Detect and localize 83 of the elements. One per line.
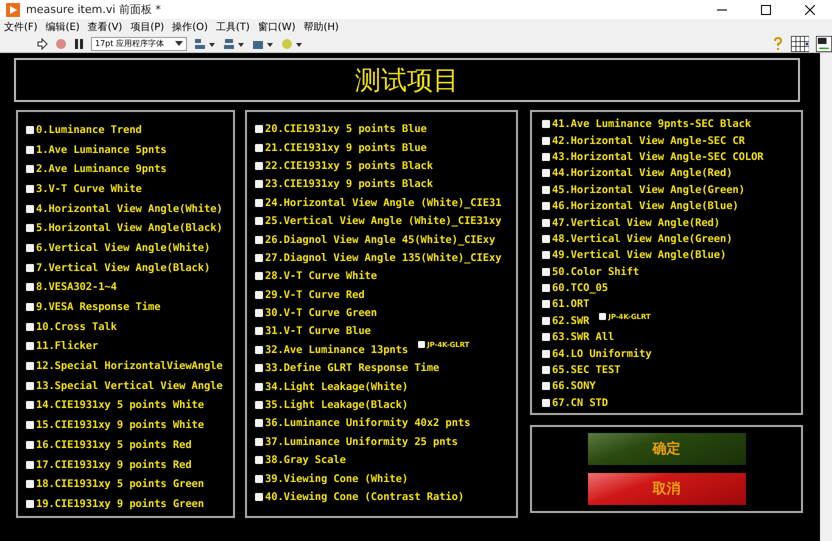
test-item-checkbox[interactable]: 37.Luminance Uniformity 25 pnts — [255, 436, 458, 448]
menu-item[interactable]: 文件(F) — [4, 20, 38, 34]
test-item-checkbox[interactable]: 32.Ave Luminance 13pnts — [255, 344, 408, 356]
test-item-checkbox[interactable]: 0.Luminance Trend — [26, 124, 142, 136]
test-item-checkbox[interactable]: 33.Define GLRT Response Time — [255, 362, 440, 374]
test-item-checkbox[interactable]: 13.Special Vertical View Angle — [26, 380, 223, 392]
connector-pane-icon[interactable] — [790, 36, 809, 52]
test-item-checkbox[interactable]: 62.SWR — [542, 314, 590, 327]
test-item-checkbox[interactable]: 49.Vertical View Angle(Blue) — [542, 249, 726, 262]
test-item-checkbox[interactable]: 47.Vertical View Angle(Red) — [542, 216, 720, 229]
test-item-checkbox[interactable]: 66.SONY — [542, 380, 596, 392]
reorder-icon[interactable] — [281, 38, 303, 50]
test-item-checkbox[interactable]: 64.LO Uniformity — [542, 348, 652, 360]
scrollbar[interactable] — [820, 53, 832, 541]
test-item-checkbox[interactable]: 46.Horizontal View Angle(Blue) — [542, 200, 739, 212]
app-icon — [6, 2, 20, 16]
test-item-checkbox[interactable]: 60.TCO_05 — [542, 282, 608, 294]
test-item-checkbox[interactable]: 22.CIE1931xy 5 points Black — [255, 160, 433, 172]
test-item-checkbox[interactable]: 24.Horizontal View Angle (White)_CIE31 — [255, 196, 502, 209]
window-title: measure item.vi 前面板 * — [26, 2, 161, 17]
menu-item[interactable]: 项目(P) — [130, 20, 164, 34]
test-item-checkbox[interactable]: 29.V-T Curve Red — [255, 288, 365, 301]
test-item-checkbox[interactable]: 67.CN STD — [542, 396, 608, 409]
test-item-checkbox[interactable]: 6.Vertical View Angle(White) — [26, 242, 210, 254]
confirm-button[interactable]: 确定 — [588, 433, 746, 465]
test-item-checkbox[interactable]: 36.Luminance Uniformity 40x2 pnts — [255, 417, 470, 430]
test-item-checkbox[interactable]: 43.Horizontal View Angle-SEC COLOR — [542, 150, 764, 163]
menu-item[interactable]: 帮助(H) — [304, 20, 339, 34]
test-item-checkbox[interactable]: 38.Gray Scale — [255, 454, 346, 466]
test-item-checkbox[interactable]: 23.CIE1931xy 9 points Black — [255, 178, 433, 190]
test-item-checkbox[interactable]: 9.VESA Response Time — [26, 301, 160, 314]
test-item-checkbox[interactable]: 31.V-T Curve Blue — [255, 325, 371, 338]
menu-item[interactable]: 编辑(E) — [46, 20, 80, 34]
menu-item[interactable]: 操作(O) — [172, 20, 208, 34]
vi-icon[interactable] — [816, 36, 832, 52]
test-item-checkbox[interactable]: 63.SWR All — [542, 331, 614, 344]
test-item-checkbox[interactable]: 61.ORT — [542, 298, 590, 310]
test-item-checkbox[interactable]: 26.Diagnol View Angle 45(White)_CIExy — [255, 234, 496, 246]
test-item-checkbox[interactable]: 2.Ave Luminance 9pnts — [26, 163, 167, 176]
test-item-checkbox[interactable]: 12.Special HorizontalViewAngle — [26, 360, 223, 372]
caret-icon — [175, 40, 183, 46]
test-item-checkbox[interactable]: 39.Viewing Cone (White) — [255, 472, 408, 485]
test-item-checkbox[interactable]: 21.CIE1931xy 9 points Blue — [255, 142, 427, 154]
test-item-checkbox[interactable]: 18.CIE1931xy 5 points Green — [26, 478, 204, 490]
menu-item[interactable]: 查看(V) — [88, 20, 122, 34]
test-item-checkbox[interactable]: 14.CIE1931xy 5 points White — [26, 399, 204, 412]
test-item-checkbox[interactable]: 48.Vertical View Angle(Green) — [542, 232, 732, 245]
test-item-checkbox[interactable]: 41.Ave Luminance 9pnts-SEC Black — [542, 118, 752, 130]
pause-icon[interactable] — [74, 38, 84, 50]
test-item-checkbox[interactable]: 40.Viewing Cone (Contrast Ratio) — [255, 491, 464, 503]
test-item-checkbox[interactable]: 11.Flicker — [26, 340, 98, 352]
test-item-checkbox[interactable]: 5.Horizontal View Angle(Black) — [26, 222, 223, 234]
run-arrow-icon[interactable] — [36, 38, 48, 50]
test-item-checkbox[interactable]: 28.V-T Curve White — [255, 270, 377, 282]
test-item-checkbox[interactable]: 7.Vertical View Angle(Black) — [26, 262, 210, 274]
test-item-checkbox[interactable]: 3.V-T Curve White — [26, 182, 142, 195]
menu-item[interactable]: 工具(T) — [216, 20, 250, 34]
distribute-icon[interactable] — [223, 38, 245, 50]
close-icon[interactable] — [805, 4, 815, 14]
test-item-checkbox[interactable]: 65.SEC TEST — [542, 364, 620, 376]
test-item-checkbox[interactable]: 25.Vertical View Angle (White)_CIE31xy — [255, 215, 502, 228]
test-item-checkbox[interactable]: 20.CIE1931xy 5 points Blue — [255, 123, 427, 136]
test-item-checkbox[interactable]: 10.Cross Talk — [26, 320, 117, 333]
align-icon[interactable] — [194, 38, 216, 50]
test-item-checkbox[interactable]: 4.Horizontal View Angle(White) — [26, 202, 223, 215]
test-item-checkbox[interactable]: 1.Ave Luminance 5pnts — [26, 144, 167, 156]
test-item-checkbox[interactable]: 27.Diagnol View Angle 135(White)_CIExy — [255, 252, 502, 264]
test-item-checkbox[interactable]: 30.V-T Curve Green — [255, 307, 377, 320]
test-item-checkbox[interactable]: 45.Horizontal View Angle(Green) — [542, 184, 745, 196]
font-dropdown[interactable]: 17pt 应用程序字体 — [91, 36, 187, 50]
test-item-checkbox[interactable]: 50.Color Shift — [542, 266, 640, 278]
test-item-checkbox[interactable]: 15.CIE1931xy 9 points White — [26, 419, 204, 432]
test-item-checkbox[interactable]: 35.Light Leakage(Black) — [255, 399, 408, 412]
test-item-checkbox[interactable]: 42.Horizontal View Angle-SEC CR — [542, 134, 745, 147]
panel-heading: 测试项目 — [14, 58, 800, 102]
test-item-checkbox[interactable]: 34.Light Leakage(White) — [255, 380, 408, 393]
maximize-icon[interactable] — [761, 4, 771, 14]
test-item-checkbox[interactable]: 19.CIE1931xy 9 points Green — [26, 498, 204, 510]
test-item-checkbox[interactable]: 44.Horizontal View Angle(Red) — [542, 167, 732, 180]
menu-item[interactable]: 窗口(W) — [258, 20, 296, 34]
test-item-checkbox[interactable]: 8.VESA302-1~4 — [26, 281, 117, 294]
test-item-checkbox[interactable]: 16.CIE1931xy 5 points Red — [26, 438, 192, 451]
test-item-checkbox[interactable]: 17.CIE1931xy 9 points Red — [26, 458, 192, 471]
